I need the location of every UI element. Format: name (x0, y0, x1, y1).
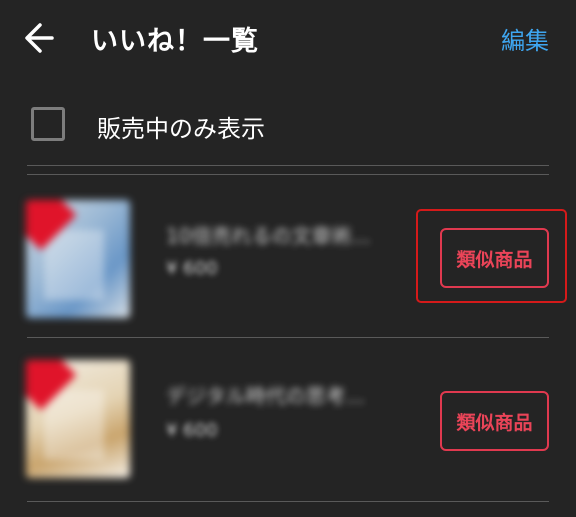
product-price: ¥ 600 (166, 420, 218, 441)
back-button[interactable] (22, 20, 62, 56)
product-thumbnail[interactable] (26, 200, 130, 318)
arrow-left-icon (25, 23, 54, 53)
divider (27, 165, 549, 166)
list-item[interactable]: 10倍売れるの文章術... ¥ 600 類似商品 (0, 180, 576, 330)
on-sale-only-label: 販売中のみ表示 (97, 115, 265, 143)
similar-items-button[interactable]: 類似商品 (440, 391, 549, 451)
divider (27, 501, 549, 502)
product-thumbnail[interactable] (26, 360, 130, 478)
product-thumbnail-cover (44, 390, 104, 460)
on-sale-only-filter[interactable]: 販売中のみ表示 (0, 92, 576, 158)
product-thumbnail-cover (44, 230, 104, 300)
page-title: いいね！一覧 (91, 26, 259, 57)
similar-items-button[interactable]: 類似商品 (440, 228, 549, 288)
product-title[interactable]: デジタル時代の思考... (166, 380, 365, 409)
edit-button[interactable]: 編集 (501, 21, 549, 56)
product-price: ¥ 600 (166, 258, 218, 279)
likes-list-screen: いいね！一覧 編集 販売中のみ表示 10倍売れるの文章術... ¥ 600 類似… (0, 0, 576, 517)
list-item[interactable]: デジタル時代の思考... ¥ 600 類似商品 (0, 338, 576, 488)
product-title[interactable]: 10倍売れるの文章術... (166, 220, 371, 249)
on-sale-only-checkbox[interactable] (31, 107, 65, 141)
divider (27, 174, 549, 175)
app-header: いいね！一覧 編集 (0, 0, 576, 78)
